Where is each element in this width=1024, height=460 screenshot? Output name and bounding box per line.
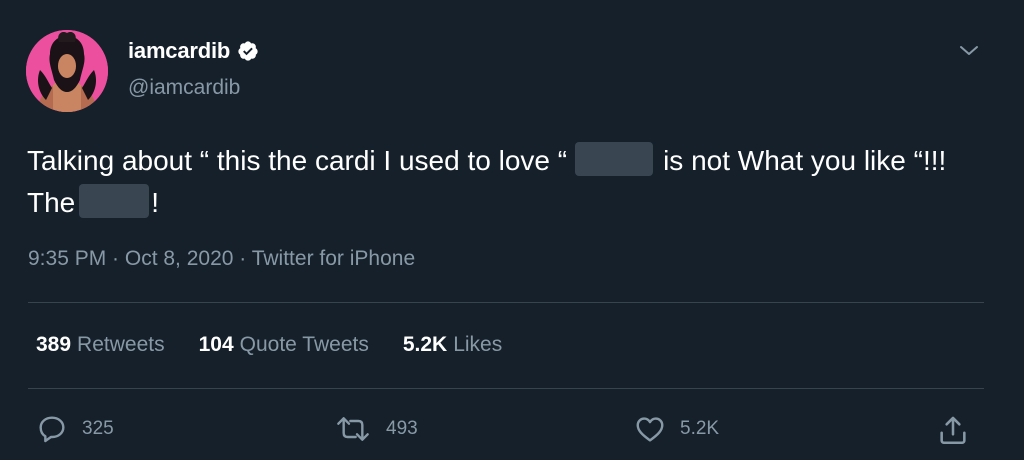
chevron-down-icon[interactable] xyxy=(958,42,980,60)
like-button[interactable]: 5.2K xyxy=(634,413,719,445)
verified-badge-icon xyxy=(237,40,259,62)
retweet-count: 493 xyxy=(386,418,418,439)
likes-label: Likes xyxy=(453,333,503,356)
like-count: 5.2K xyxy=(680,418,720,439)
reply-count: 325 xyxy=(82,418,114,439)
retweet-icon xyxy=(337,417,369,441)
reply-icon xyxy=(39,416,65,443)
redacted-block xyxy=(79,184,150,218)
engagement-stats: 389 Retweets 104 Quote Tweets 5.2K Likes xyxy=(36,333,502,357)
avatar[interactable] xyxy=(26,30,108,112)
share-icon xyxy=(940,416,966,445)
tweet-timestamp[interactable]: 9:35 PM · Oct 8, 2020 · Twitter for iPho… xyxy=(28,247,415,271)
divider xyxy=(28,302,984,303)
retweets-label: Retweets xyxy=(77,333,165,356)
reply-button[interactable]: 325 xyxy=(36,413,114,445)
quote-tweets-count: 104 xyxy=(198,333,234,356)
redacted-block xyxy=(575,142,654,176)
divider xyxy=(28,388,984,389)
retweet-button[interactable]: 493 xyxy=(334,413,418,445)
quote-tweets-stat[interactable]: 104 Quote Tweets xyxy=(199,333,369,357)
likes-count: 5.2K xyxy=(402,333,448,356)
tweet-text-part: Talking about “ this the cardi I used to… xyxy=(27,145,568,176)
heart-icon xyxy=(636,417,664,442)
tweet-text: Talking about “ this the cardi I used to… xyxy=(27,140,967,224)
tweet-text-part: ! xyxy=(151,187,160,218)
share-button[interactable] xyxy=(936,413,970,447)
display-name[interactable]: iamcardib xyxy=(128,38,230,64)
display-name-row[interactable]: iamcardib xyxy=(128,38,259,64)
likes-stat[interactable]: 5.2K Likes xyxy=(403,333,502,357)
avatar-image xyxy=(26,30,108,112)
user-handle[interactable]: @iamcardib xyxy=(128,76,240,100)
retweets-count: 389 xyxy=(36,333,72,356)
retweets-stat[interactable]: 389 Retweets xyxy=(36,333,165,357)
quote-tweets-label: Quote Tweets xyxy=(239,333,369,356)
tweet-card: iamcardib @iamcardib Talking about “ thi… xyxy=(0,0,1024,460)
